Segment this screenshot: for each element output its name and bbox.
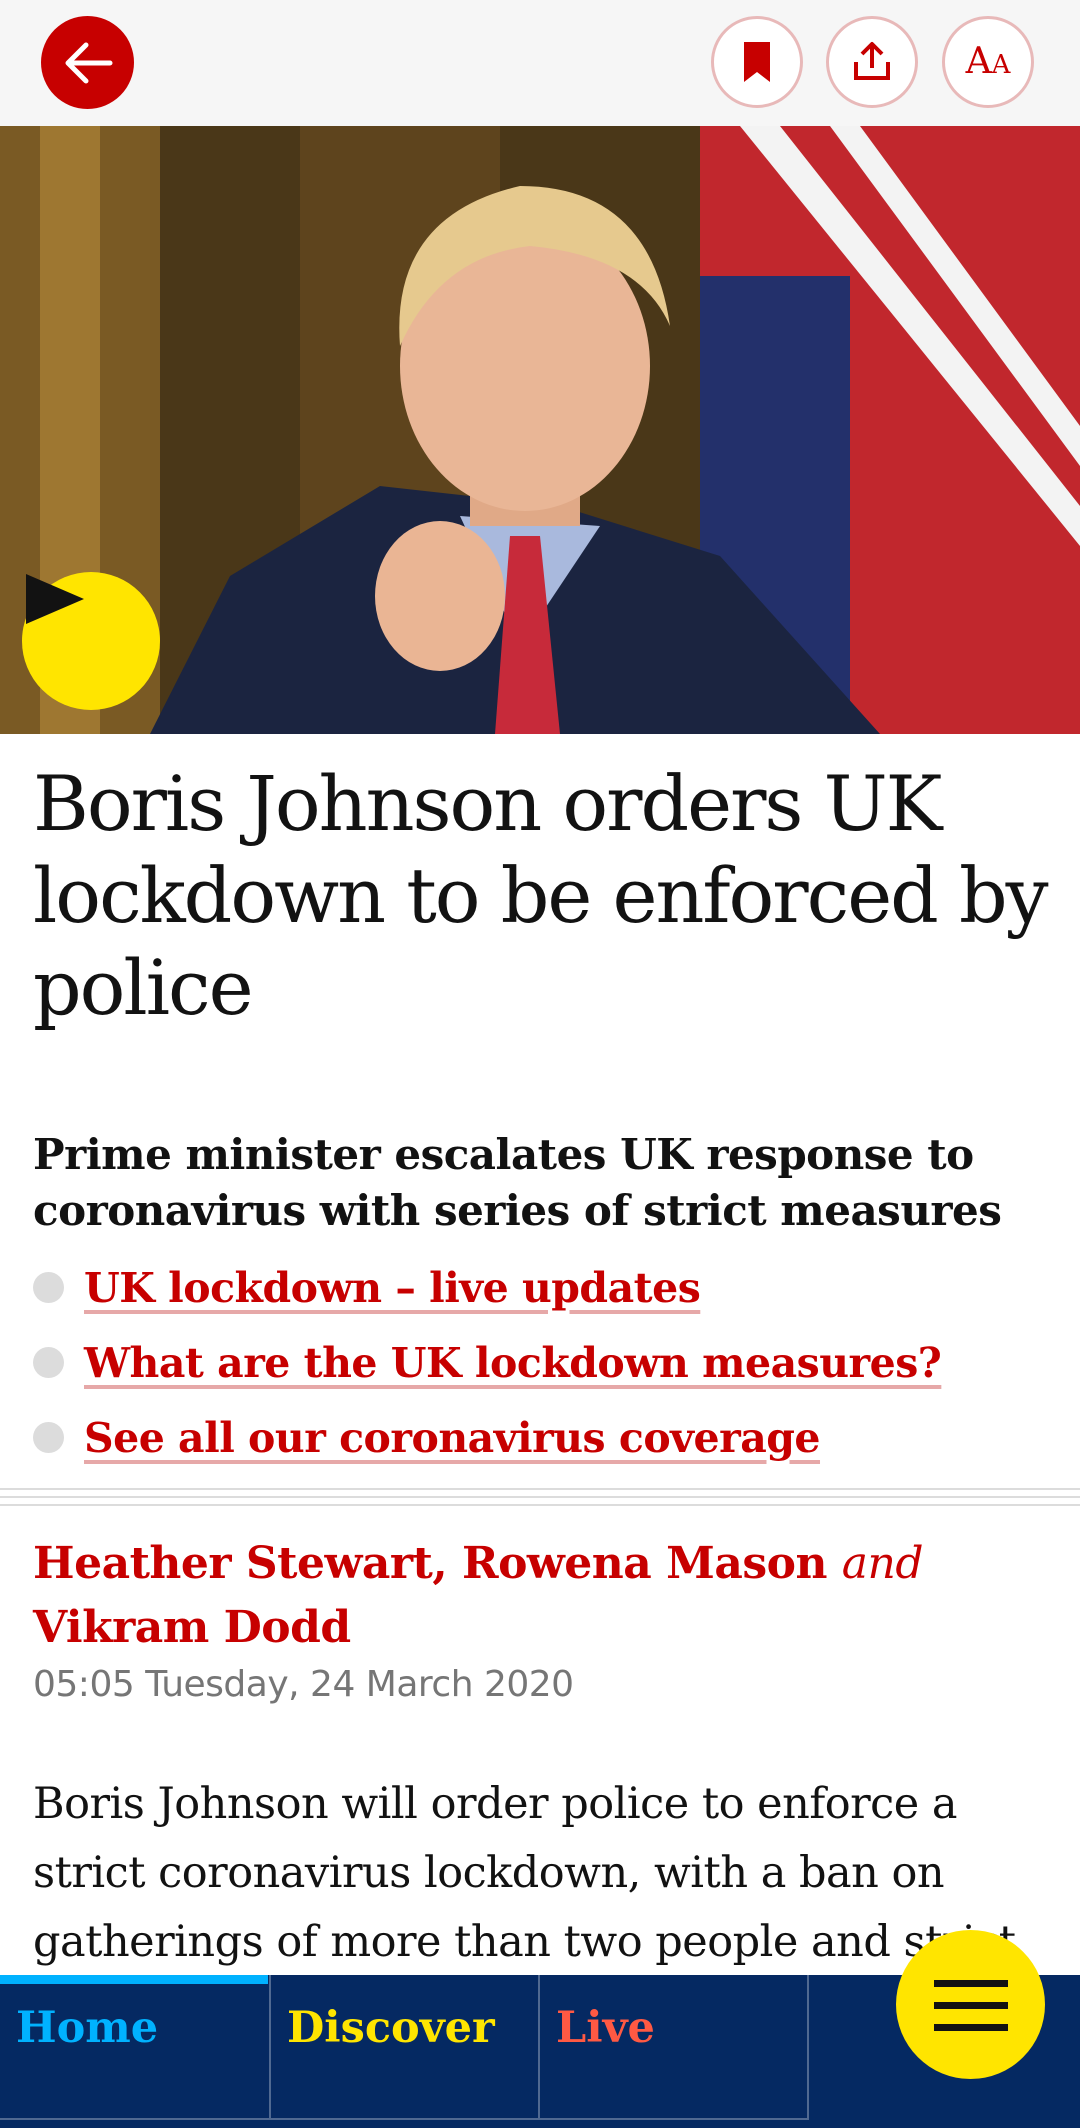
- article-headline: Boris Johnson orders UK lockdown to be e…: [33, 759, 1049, 1032]
- menu-button[interactable]: [896, 1930, 1045, 2079]
- byline: Heather Stewart, Rowena Mason and Vikram…: [33, 1532, 1053, 1660]
- publish-date: 05:05 Tuesday, 24 March 2020: [33, 1664, 574, 1705]
- coronavirus-coverage-link[interactable]: See all our coronavirus coverage: [84, 1414, 821, 1462]
- bullet-icon: [33, 1422, 64, 1453]
- hero-photo: [0, 126, 1080, 734]
- article-standfirst: Prime minister escalates UK response to …: [33, 1130, 1002, 1235]
- nav-separator: [807, 1975, 809, 2120]
- text-size-icon: AA: [965, 41, 1011, 82]
- related-link-item: UK lockdown – live updates: [33, 1250, 1053, 1325]
- tab-live[interactable]: Live: [538, 1975, 808, 2120]
- bullet-icon: [33, 1272, 64, 1303]
- hamburger-menu-icon: [933, 1979, 1008, 2031]
- tab-home[interactable]: Home: [0, 1975, 268, 2120]
- byline-separator: ,: [432, 1538, 463, 1589]
- author-link[interactable]: Rowena Mason: [462, 1538, 827, 1589]
- top-toolbar: AA: [0, 0, 1080, 126]
- live-updates-link[interactable]: UK lockdown – live updates: [84, 1264, 701, 1312]
- divider: [0, 1488, 1080, 1490]
- share-icon: [854, 42, 890, 80]
- bookmark-button[interactable]: [711, 16, 803, 108]
- byline-and: and: [841, 1538, 924, 1589]
- divider: [0, 1496, 1080, 1498]
- bookmark-icon: [744, 42, 770, 82]
- arrow-left-icon: [65, 42, 112, 83]
- share-button[interactable]: [826, 16, 918, 108]
- text-size-button[interactable]: AA: [942, 16, 1034, 108]
- article-body: Boris Johnson will order police to enfor…: [33, 1779, 1016, 1967]
- play-icon: [26, 574, 84, 624]
- back-button[interactable]: [41, 16, 134, 109]
- related-links-list: UK lockdown – live updates What are the …: [33, 1250, 1053, 1475]
- tab-discover[interactable]: Discover: [269, 1975, 538, 2120]
- related-link-item: See all our coronavirus coverage: [33, 1400, 1053, 1475]
- divider: [0, 1504, 1080, 1506]
- play-video-button[interactable]: [22, 572, 160, 710]
- lockdown-measures-link[interactable]: What are the UK lockdown measures?: [84, 1339, 942, 1387]
- nav-bottom-line: [0, 2118, 808, 2120]
- hero-image: [0, 126, 1080, 734]
- related-link-item: What are the UK lockdown measures?: [33, 1325, 1053, 1400]
- bullet-icon: [33, 1347, 64, 1378]
- author-link[interactable]: Heather Stewart: [33, 1538, 433, 1589]
- author-link[interactable]: Vikram Dodd: [33, 1602, 351, 1653]
